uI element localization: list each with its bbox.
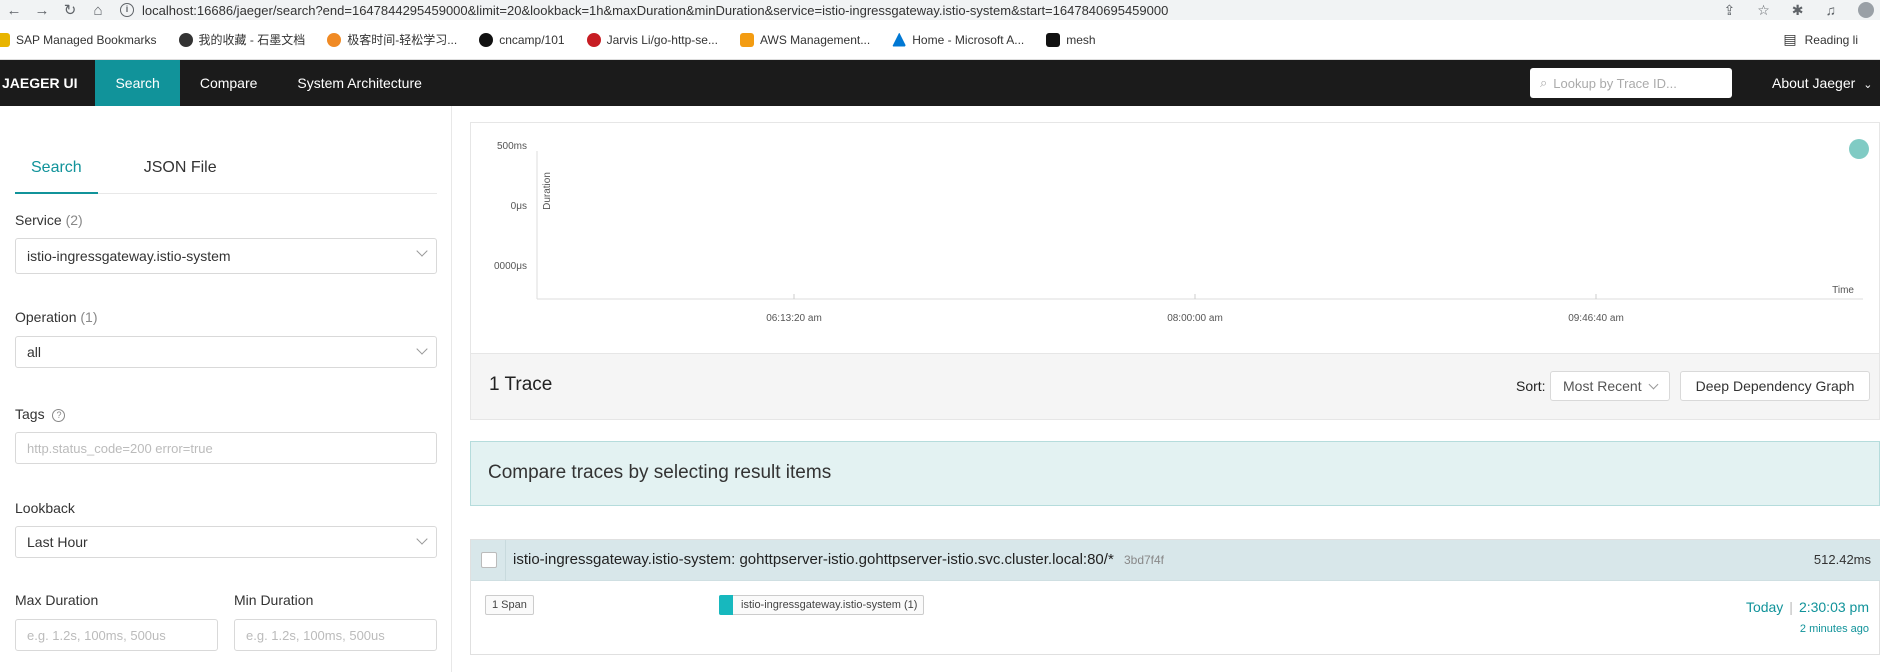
- y-axis-label: Duration: [542, 172, 553, 210]
- search-panel: Search JSON File Service (2) istio-ingre…: [0, 106, 452, 672]
- x-axis-label: Time: [1832, 285, 1854, 296]
- chevron-down-icon: ⌄: [1863, 79, 1873, 91]
- service-color-swatch: [719, 595, 733, 615]
- scatter-plot: Duration Time 500ms 0μs 0000μs 06:13:20 am…: [494, 139, 1869, 324]
- bookmark-item[interactable]: 极客时间-轻松学习...: [327, 31, 457, 48]
- trace-point[interactable]: [1849, 139, 1869, 159]
- trace-header[interactable]: istio-ingressgateway.istio-system: gohtt…: [471, 540, 1880, 581]
- chevron-down-icon: [1648, 379, 1659, 390]
- help-icon[interactable]: ?: [52, 408, 66, 422]
- bookmark-item[interactable]: mesh: [1046, 32, 1096, 47]
- y-ticks: 500ms 0μs 0000μs: [494, 141, 527, 272]
- reading-list-icon: ▤: [1783, 31, 1797, 47]
- nav-system-architecture[interactable]: System Architecture: [277, 60, 442, 106]
- chart-axes: Duration Time: [536, 151, 1863, 300]
- tab-json-file[interactable]: JSON File: [128, 154, 233, 194]
- trace-id: 3bd7f4f: [1123, 553, 1165, 567]
- back-arrow-icon[interactable]: ←: [0, 2, 28, 19]
- service-badge: istio-ingressgateway.istio-system (1): [719, 595, 925, 615]
- trace-result-item[interactable]: istio-ingressgateway.istio-system: gohtt…: [470, 539, 1880, 655]
- trace-relative-time: 2 minutes ago: [1799, 623, 1869, 635]
- notion-icon: [1046, 32, 1061, 47]
- lookup-placeholder: Lookup by Trace ID...: [1553, 75, 1677, 91]
- trace-duration: 512.42ms: [1813, 552, 1871, 567]
- lookback-select[interactable]: Last Hour: [15, 526, 437, 558]
- trace-select-checkbox[interactable]: [481, 552, 497, 568]
- bookmark-item[interactable]: Home - Microsoft A...: [892, 32, 1024, 47]
- search-tabs: Search JSON File: [15, 154, 437, 194]
- divider: [505, 540, 506, 581]
- service-label: Service (2): [15, 212, 83, 228]
- y-tick-label: 500ms: [497, 141, 527, 152]
- reading-list[interactable]: ▤ Reading li: [1783, 31, 1858, 48]
- trace-count: 1 Trace: [489, 374, 553, 395]
- media-icon[interactable]: ♫: [1826, 2, 1837, 18]
- search-icon: ⌕: [1540, 75, 1548, 90]
- trace-timestamp: Today | 2:30:03 pm: [1745, 599, 1869, 615]
- trace-id-lookup-input[interactable]: ⌕ Lookup by Trace ID...: [1530, 68, 1732, 98]
- x-tick-label: 09:46:40 am: [1568, 313, 1624, 324]
- site-info-icon[interactable]: i: [120, 3, 134, 17]
- tab-search[interactable]: Search: [15, 154, 98, 194]
- data-points: [1849, 139, 1869, 159]
- forward-arrow-icon[interactable]: →: [28, 2, 56, 19]
- max-duration-input[interactable]: e.g. 1.2s, 100ms, 500us: [15, 619, 218, 651]
- bookmark-item[interactable]: cncamp/101: [479, 32, 565, 47]
- sort-label: Sort:: [1516, 378, 1546, 394]
- min-duration-label: Min Duration: [234, 592, 314, 608]
- lookback-label: Lookback: [15, 500, 75, 516]
- shimo-icon: [178, 32, 193, 47]
- azure-icon: [892, 32, 907, 47]
- share-icon[interactable]: ⇪: [1723, 2, 1735, 19]
- operation-select[interactable]: all: [15, 336, 437, 368]
- nav-search[interactable]: Search: [95, 60, 180, 106]
- operation-label: Operation (1): [15, 309, 98, 325]
- tags-input[interactable]: http.status_code=200 error=true: [15, 432, 437, 464]
- min-duration-input[interactable]: e.g. 1.2s, 100ms, 500us: [234, 619, 437, 651]
- tags-label: Tags ?: [15, 406, 66, 422]
- bookmark-item[interactable]: AWS Management...: [739, 32, 870, 47]
- y-tick-label: 0000μs: [494, 261, 527, 272]
- compare-hint: Compare traces by selecting result items: [470, 441, 1880, 506]
- profile-avatar[interactable]: [1858, 2, 1874, 18]
- bookmark-item[interactable]: SAP Managed Bookmarks: [0, 32, 157, 47]
- bookmark-item[interactable]: 我的收藏 - 石墨文档: [178, 31, 305, 48]
- x-tick-label: 08:00:00 am: [1167, 313, 1223, 324]
- geektime-icon: [327, 32, 342, 47]
- x-tick-label: 06:13:20 am: [766, 313, 822, 324]
- about-jaeger-menu[interactable]: About Jaeger ⌄: [1772, 60, 1872, 106]
- url-field[interactable]: i localhost:16686/jaeger/search?end=1647…: [120, 3, 1650, 18]
- nav-compare[interactable]: Compare: [180, 60, 278, 106]
- duration-scatter-chart: Duration Time 500ms 0μs 0000μs 06:13:20 am…: [470, 122, 1880, 354]
- chevron-down-icon: [416, 245, 428, 257]
- reload-icon[interactable]: ↻: [56, 1, 84, 19]
- brand-logo[interactable]: JAEGER UI: [0, 75, 95, 91]
- bookmark-item[interactable]: Jarvis Li/go-http-se...: [586, 32, 718, 47]
- home-icon[interactable]: ⌂: [84, 2, 112, 19]
- y-tick-label: 0μs: [511, 201, 527, 212]
- trace-title[interactable]: istio-ingressgateway.istio-system: gohtt…: [513, 551, 1164, 568]
- max-duration-label: Max Duration: [15, 592, 99, 608]
- bookmarks-bar: SAP Managed Bookmarks 我的收藏 - 石墨文档 极客时间-轻…: [0, 20, 1880, 60]
- chevron-down-icon: [416, 533, 428, 545]
- chevron-down-icon: [416, 343, 428, 355]
- deep-dependency-graph-button[interactable]: Deep Dependency Graph: [1680, 371, 1870, 401]
- aws-icon: [739, 32, 754, 47]
- url-text: localhost:16686/jaeger/search?end=164784…: [142, 2, 1169, 18]
- star-icon[interactable]: ☆: [1757, 2, 1770, 19]
- github-icon: [479, 32, 494, 47]
- sort-select[interactable]: Most Recent: [1550, 371, 1670, 401]
- span-count-badge: 1 Span: [485, 595, 534, 615]
- gitee-icon: [586, 32, 601, 47]
- extensions-icon[interactable]: ✱: [1792, 2, 1804, 19]
- browser-address-bar: ← → ↻ ⌂ i localhost:16686/jaeger/search?…: [0, 0, 1880, 20]
- service-select[interactable]: istio-ingressgateway.istio-system: [15, 238, 437, 274]
- folder-icon: [0, 32, 10, 47]
- jaeger-top-nav: JAEGER UI Search Compare System Architec…: [0, 60, 1880, 106]
